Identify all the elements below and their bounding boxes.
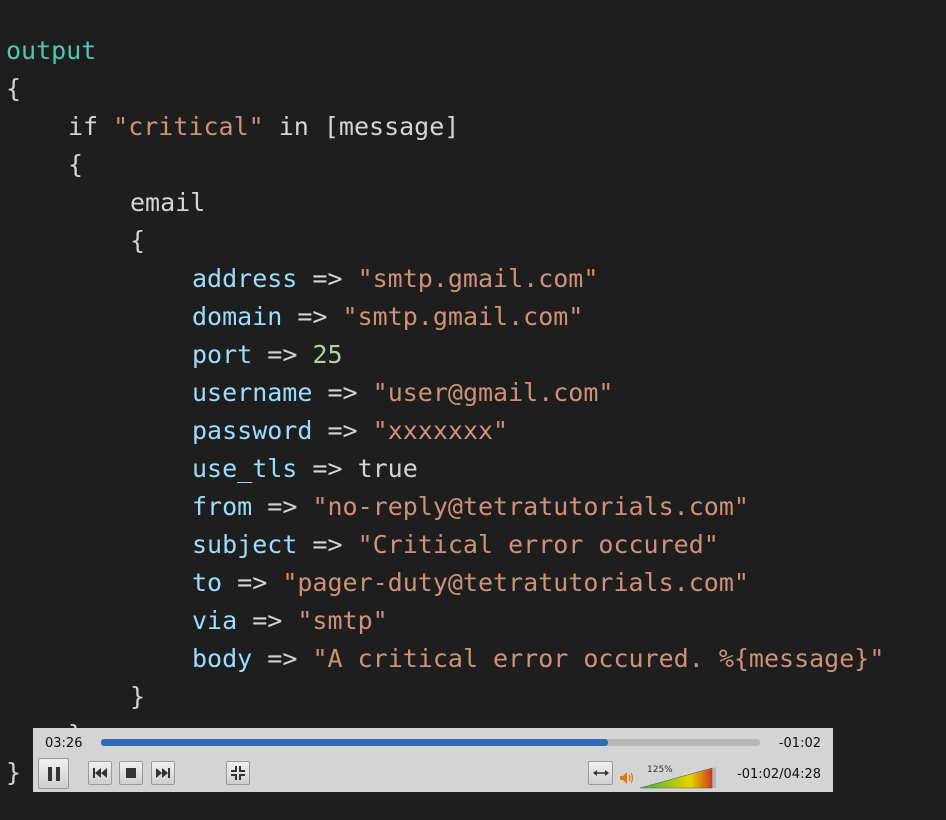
code-line: } xyxy=(130,678,145,716)
code-line: { xyxy=(6,70,21,108)
code-token: if xyxy=(68,112,114,141)
code-token: => xyxy=(312,378,373,407)
aspect-ratio-icon xyxy=(592,770,609,776)
code-line: use_tls => true xyxy=(192,450,418,488)
code-token: "A critical error occured. %{message}" xyxy=(312,644,885,673)
code-token: output xyxy=(6,36,97,65)
code-token: => xyxy=(237,606,298,635)
previous-button[interactable] xyxy=(88,761,112,785)
code-token: username xyxy=(192,378,313,407)
code-token: via xyxy=(192,606,238,635)
code-token: "Critical error occured" xyxy=(357,530,719,559)
code-token: => xyxy=(297,264,358,293)
stop-button[interactable] xyxy=(119,761,143,785)
code-line: output xyxy=(6,32,96,70)
code-line: from => "no-reply@tetratutorials.com" xyxy=(192,488,749,526)
code-token: "user@gmail.com" xyxy=(372,378,614,407)
time-elapsed: 03:26 xyxy=(45,736,83,751)
code-line: domain => "smtp.gmail.com" xyxy=(192,298,583,336)
code-token: "smtp.gmail.com" xyxy=(342,302,584,331)
code-token: => xyxy=(312,416,373,445)
code-token: "critical" xyxy=(113,112,264,141)
time-remaining: -01:02 xyxy=(778,736,821,751)
code-token: port xyxy=(192,340,253,369)
code-line: { xyxy=(130,222,145,260)
skip-previous-icon xyxy=(93,768,107,778)
stop-icon xyxy=(126,768,136,778)
code-token: => xyxy=(222,568,283,597)
speaker-icon[interactable] xyxy=(620,772,634,784)
code-line: via => "smtp" xyxy=(192,602,388,640)
time-remaining-total: -01:02/04:28 xyxy=(737,767,821,782)
code-line: username => "user@gmail.com" xyxy=(192,374,613,412)
seek-bar[interactable] xyxy=(101,739,760,746)
code-token: "no-reply@tetratutorials.com" xyxy=(312,492,749,521)
code-line: address => "smtp.gmail.com" xyxy=(192,260,598,298)
code-token: { xyxy=(6,74,22,103)
code-line: if "critical" in [message] xyxy=(68,108,459,146)
pause-icon xyxy=(47,766,60,781)
code-token: => xyxy=(252,340,313,369)
code-line: } xyxy=(6,754,21,792)
fullscreen-button[interactable] xyxy=(226,761,250,785)
code-line: to => "pager-duty@tetratutorials.com" xyxy=(192,564,749,602)
code-token: email xyxy=(130,188,206,217)
code-line: subject => "Critical error occured" xyxy=(192,526,719,564)
code-line: port => 25 xyxy=(192,336,343,374)
code-token: "smtp" xyxy=(297,606,388,635)
code-token: password xyxy=(192,416,313,445)
code-line: email xyxy=(130,184,205,222)
media-player-controls: 03:26 -01:02 125% -01:02/04:28 xyxy=(33,728,833,792)
seek-bar-progress xyxy=(101,739,609,746)
fullscreen-exit-icon xyxy=(231,766,245,780)
next-button[interactable] xyxy=(151,761,175,785)
code-token: => xyxy=(297,530,358,559)
code-token: { xyxy=(68,150,84,179)
code-token: "xxxxxxx" xyxy=(372,416,509,445)
code-token: => xyxy=(282,302,343,331)
code-token: "pager-duty@tetratutorials.com" xyxy=(282,568,749,597)
code-token: 25 xyxy=(312,340,343,369)
code-token: { xyxy=(130,226,146,255)
code-token: => xyxy=(252,644,313,673)
code-line: body => "A critical error occured. %{mes… xyxy=(192,640,884,678)
code-token: domain xyxy=(192,302,283,331)
code-token: use_tls xyxy=(192,454,298,483)
code-token: subject xyxy=(192,530,298,559)
code-token: in [message] xyxy=(263,112,460,141)
code-line: password => "xxxxxxx" xyxy=(192,412,508,450)
aspect-ratio-button[interactable] xyxy=(588,761,613,785)
code-token: => true xyxy=(297,454,418,483)
code-token: body xyxy=(192,644,253,673)
code-line: { xyxy=(68,146,83,184)
volume-level: 125% xyxy=(647,765,673,775)
pause-button[interactable] xyxy=(38,758,69,789)
code-token: address xyxy=(192,264,298,293)
code-token: "smtp.gmail.com" xyxy=(357,264,599,293)
code-token: => xyxy=(252,492,313,521)
code-token: } xyxy=(130,682,146,711)
code-token: from xyxy=(192,492,253,521)
code-token: to xyxy=(192,568,223,597)
code-token: } xyxy=(6,758,22,787)
skip-next-icon xyxy=(156,768,170,778)
